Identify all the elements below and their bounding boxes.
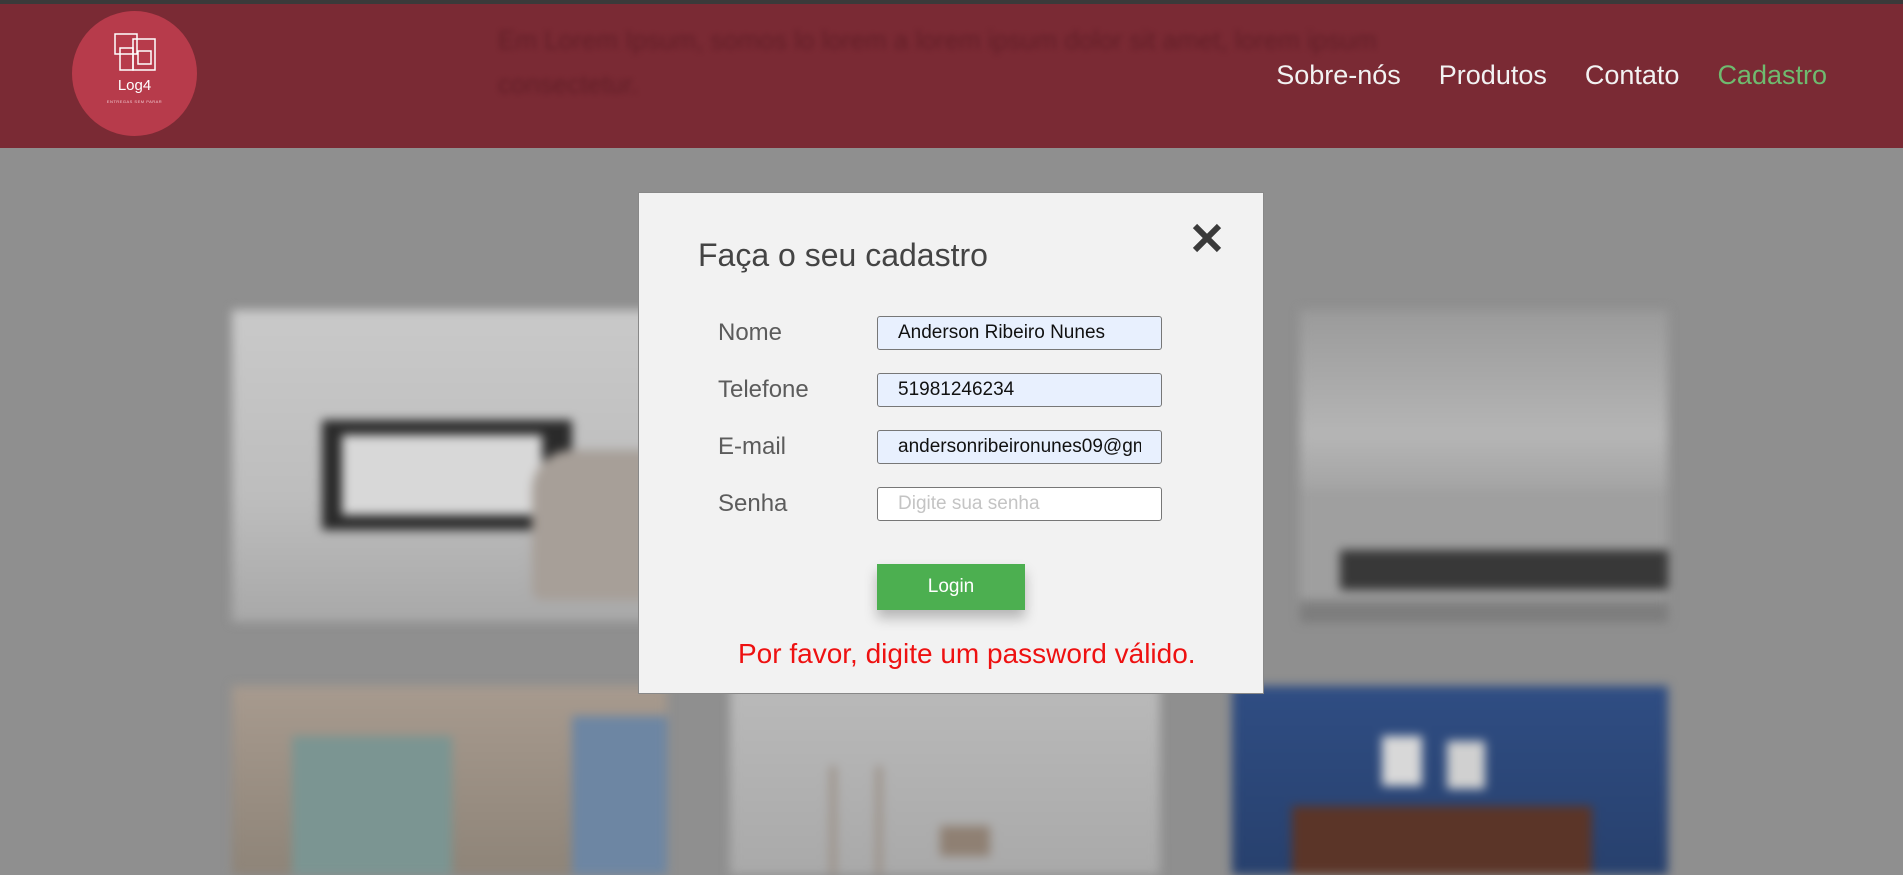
telefone-row: Telefone — [718, 373, 1162, 407]
senha-label: Senha — [718, 490, 788, 517]
logo-tagline: ENTREGAS SEM PARAR — [106, 99, 163, 104]
modal-title: Faça o seu cadastro — [698, 237, 988, 273]
site-header: Em Lorem Ipsum, somos lo lorem a lorem i… — [0, 4, 1903, 148]
nav-cadastro[interactable]: Cadastro — [1717, 60, 1827, 91]
error-message: Por favor, digite um password válido. — [738, 638, 1196, 669]
product-image-dining-room — [232, 686, 667, 875]
product-image-living-room — [232, 310, 692, 622]
logo-name: Log4 — [117, 77, 152, 94]
nome-label: Nome — [718, 319, 783, 346]
telefone-input[interactable] — [877, 373, 1162, 407]
email-label: E-mail — [718, 433, 787, 460]
nome-input[interactable] — [877, 316, 1162, 350]
nav-produtos[interactable]: Produtos — [1439, 60, 1547, 91]
main-nav: Sobre-nós Produtos Contato Cadastro — [1276, 60, 1827, 91]
senha-row: Senha — [718, 487, 1162, 521]
close-icon[interactable] — [1190, 221, 1224, 255]
product-image-white-room — [730, 686, 1160, 875]
signup-modal: Faça o seu cadastro Nome Telefone E-mail… — [638, 192, 1264, 694]
senha-input[interactable] — [877, 487, 1162, 521]
nav-contato[interactable]: Contato — [1585, 60, 1680, 91]
email-input[interactable] — [877, 430, 1162, 464]
login-button[interactable]: Login — [877, 564, 1025, 610]
logo[interactable]: Log4 ENTREGAS SEM PARAR — [72, 11, 197, 136]
product-image-blue-room — [1232, 686, 1668, 875]
email-row: E-mail — [718, 430, 1162, 464]
header-background-text: Em Lorem Ipsum, somos lo lorem a lorem i… — [498, 25, 1377, 99]
nav-sobre-nos[interactable]: Sobre-nós — [1276, 60, 1401, 91]
product-image-kitchen — [1300, 310, 1668, 622]
nome-row: Nome — [718, 316, 1162, 350]
telefone-label: Telefone — [718, 376, 809, 403]
logo-mark-icon — [113, 33, 156, 71]
